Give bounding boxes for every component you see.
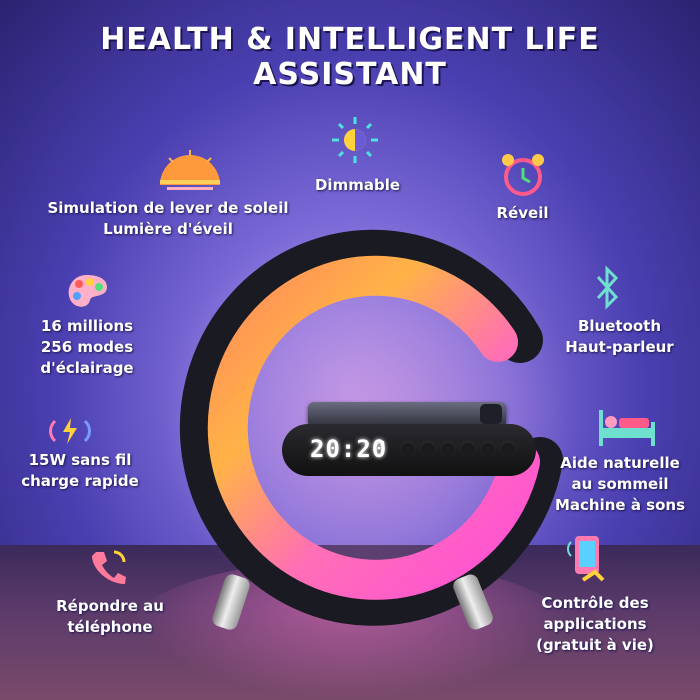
control-button[interactable] xyxy=(500,441,516,457)
product-image: HEALTH & INTELLIGENT LIFE ASSISTANT 20:2… xyxy=(0,0,700,700)
control-button[interactable] xyxy=(420,441,436,457)
feature-label-sunrise: Simulation de lever de soleil Lumière d'… xyxy=(47,199,289,238)
control-button[interactable] xyxy=(440,441,456,457)
palette-icon xyxy=(68,275,107,307)
phone-icon xyxy=(92,550,126,584)
feature-label-phone: Répondre au téléphone xyxy=(56,597,164,636)
feature-label-alarm: Réveil xyxy=(496,204,549,222)
dimmer-icon xyxy=(332,117,378,163)
feature-label-wireless: 15W sans fil charge rapide xyxy=(21,451,139,490)
control-button[interactable] xyxy=(460,441,476,457)
feature-label-bluetooth: Bluetooth Haut-parleur xyxy=(565,317,674,356)
phone-camera xyxy=(480,404,502,424)
feature-label-sleep: Aide naturelle au sommeil Machine à sons xyxy=(554,454,686,514)
clock-indicator: PM xyxy=(376,440,385,448)
bed-icon xyxy=(599,410,655,446)
bluetooth-icon xyxy=(596,265,619,310)
sunrise-icon xyxy=(160,150,220,190)
control-button[interactable] xyxy=(480,441,496,457)
app-control-icon xyxy=(567,536,605,582)
feature-label-app: Contrôle des applications (gratuit à vie… xyxy=(536,594,654,654)
feature-label-colors: 16 millions 256 modes d'éclairage xyxy=(40,317,134,377)
feature-label-dimmable: Dimmable xyxy=(314,176,401,194)
wireless-charging-icon xyxy=(49,418,91,444)
alarm-clock-icon xyxy=(502,154,544,196)
control-button[interactable] xyxy=(400,441,416,457)
